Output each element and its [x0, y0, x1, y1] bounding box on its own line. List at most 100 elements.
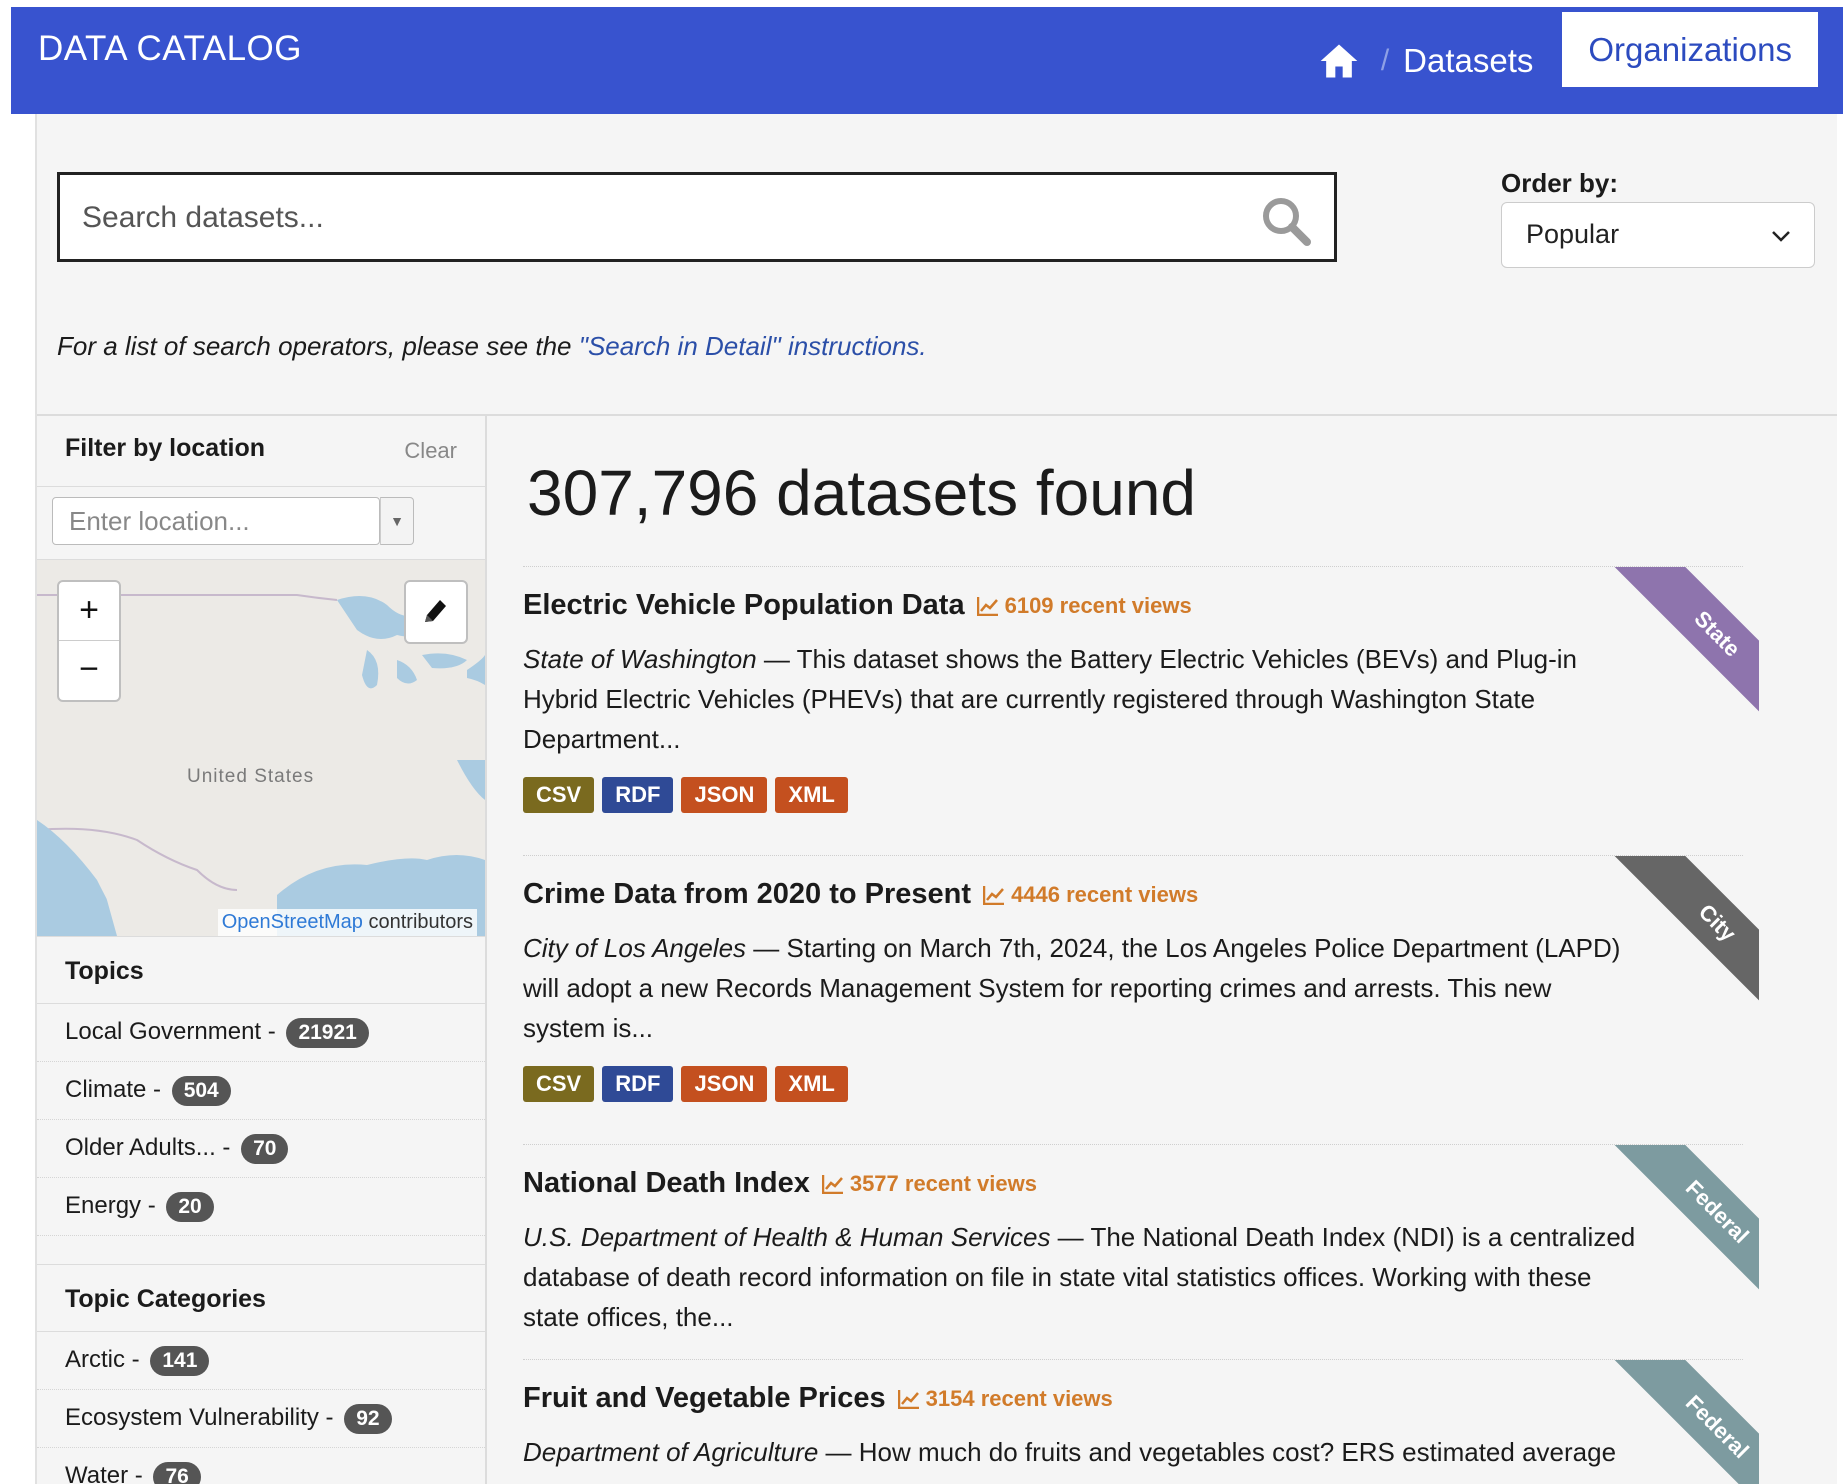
format-json[interactable]: JSON	[681, 777, 768, 813]
search-input[interactable]	[80, 175, 1244, 261]
zoom-controls: + −	[57, 580, 121, 702]
recent-views: 3154 recent views	[897, 1386, 1113, 1412]
recent-views: 4446 recent views	[982, 882, 1199, 908]
topic-label: Older Adults... -	[65, 1134, 231, 1161]
results-panel: 307,796 datasets found Electric Vehicle …	[507, 416, 1817, 1484]
dataset-title[interactable]: Fruit and Vegetable Prices 3154 recent vi…	[523, 1382, 1113, 1415]
jurisdiction-ribbon: Federal	[1597, 1145, 1759, 1307]
count-badge: 76	[153, 1462, 201, 1484]
count-badge: 21921	[286, 1018, 369, 1048]
count-badge: 20	[166, 1192, 214, 1222]
top-nav: / Datasets Organizations	[1317, 7, 1843, 114]
format-xml[interactable]: XML	[775, 777, 848, 813]
category-item[interactable]: Water - 76	[37, 1448, 485, 1484]
recent-views-text: 3577 recent views	[849, 1171, 1037, 1197]
order-by-value: Popular	[1526, 219, 1620, 249]
nav-datasets-link[interactable]: Datasets	[1403, 42, 1533, 80]
publisher-dash: —	[756, 644, 797, 674]
publisher-dash: —	[746, 933, 787, 963]
location-map[interactable]: + − United States OpenStreetMap contribu…	[37, 560, 485, 937]
topic-label: Local Government -	[65, 1018, 276, 1045]
recent-views: 3577 recent views	[821, 1171, 1037, 1197]
dataset-publisher: U.S. Department of Health & Human Servic…	[523, 1222, 1051, 1252]
location-filter-header: Filter by location Clear	[37, 416, 485, 487]
jurisdiction-ribbon: Federal	[1597, 1360, 1759, 1484]
jurisdiction-ribbon: State	[1597, 567, 1759, 729]
chevron-down-icon	[1772, 231, 1790, 242]
format-xml[interactable]: XML	[775, 1066, 848, 1102]
dataset-title-text: National Death Index	[523, 1167, 810, 1199]
results-count: 307,796 datasets found	[527, 457, 1196, 529]
topics-header: Topics	[37, 937, 485, 1004]
topic-item[interactable]: Climate - 504	[37, 1062, 485, 1120]
recent-views-text: 3154 recent views	[925, 1386, 1113, 1412]
clear-location-link[interactable]: Clear	[404, 438, 457, 464]
draw-area-button[interactable]	[404, 580, 468, 644]
chart-line-icon	[976, 597, 998, 617]
attribution-text: contributors	[362, 911, 473, 933]
map-country-label: United States	[187, 766, 315, 787]
dataset-publisher: Department of Agriculture	[523, 1437, 819, 1467]
order-by-label: Order by:	[1501, 168, 1619, 198]
search-hint: For a list of search operators, please s…	[57, 331, 927, 362]
topic-item[interactable]: Older Adults... - 70	[37, 1120, 485, 1178]
map-attribution: OpenStreetMap contributors	[217, 909, 477, 936]
category-item[interactable]: Ecosystem Vulnerability - 92	[37, 1390, 485, 1448]
topics-title: Topics	[65, 957, 144, 985]
main-content: Order by: Popular For a list of search o…	[35, 114, 1837, 1484]
publisher-dash: —	[1050, 1222, 1091, 1252]
facet-spacer	[37, 1236, 485, 1265]
dataset-card: Crime Data from 2020 to Present 4446 rece…	[523, 855, 1759, 1145]
zoom-out-button[interactable]: −	[59, 641, 119, 699]
format-csv[interactable]: CSV	[523, 1066, 595, 1102]
search-hint-text: For a list of search operators, please s…	[57, 331, 579, 361]
format-list: CSV RDF JSON XML	[523, 1066, 848, 1102]
dataset-title[interactable]: National Death Index 3577 recent views	[523, 1167, 1037, 1200]
dataset-description: City of Los Angeles — Starting on March …	[523, 928, 1638, 1048]
topic-label: Energy -	[65, 1192, 156, 1219]
format-csv[interactable]: CSV	[523, 777, 595, 813]
dataset-title[interactable]: Electric Vehicle Population Data 6109 rec…	[523, 589, 1192, 622]
dataset-card: Electric Vehicle Population Data 6109 rec…	[523, 566, 1759, 856]
category-item[interactable]: Arctic - 141	[37, 1332, 485, 1390]
nav-organizations-link[interactable]: Organizations	[1562, 12, 1818, 87]
dataset-title[interactable]: Crime Data from 2020 to Present 4446 rece…	[523, 878, 1198, 911]
count-badge: 92	[344, 1404, 392, 1434]
chart-line-icon	[821, 1175, 843, 1195]
format-json[interactable]: JSON	[681, 1066, 768, 1102]
format-rdf[interactable]: RDF	[602, 777, 674, 813]
dataset-card: Fruit and Vegetable Prices 3154 recent vi…	[523, 1359, 1759, 1484]
dataset-description: U.S. Department of Health & Human Servic…	[523, 1217, 1638, 1337]
count-badge: 141	[150, 1346, 210, 1376]
dataset-description: Department of Agriculture — How much do …	[523, 1432, 1638, 1472]
chart-line-icon	[897, 1390, 919, 1410]
location-dropdown-arrow[interactable]: ▼	[380, 497, 414, 545]
search-icon[interactable]	[1260, 195, 1312, 247]
pencil-icon	[425, 600, 446, 622]
recent-views-text: 4446 recent views	[1011, 882, 1199, 908]
topic-item[interactable]: Local Government - 21921	[37, 1004, 485, 1062]
home-icon[interactable]	[1317, 39, 1361, 83]
sidebar: Filter by location Clear ▼	[37, 416, 487, 1484]
order-by-select[interactable]: Popular	[1501, 202, 1815, 268]
zoom-in-button[interactable]: +	[59, 582, 119, 641]
count-badge: 70	[241, 1134, 289, 1164]
topic-item[interactable]: Energy - 20	[37, 1178, 485, 1236]
category-label: Ecosystem Vulnerability -	[65, 1404, 334, 1431]
dataset-title-text: Fruit and Vegetable Prices	[523, 1382, 886, 1414]
jurisdiction-ribbon: City	[1597, 856, 1759, 1018]
search-box	[57, 172, 1337, 262]
ribbon-label: Federal	[1607, 1360, 1759, 1484]
ribbon-label: Federal	[1607, 1145, 1759, 1307]
location-input[interactable]	[52, 497, 380, 545]
topic-label: Climate -	[65, 1076, 162, 1103]
dataset-title-text: Crime Data from 2020 to Present	[523, 878, 972, 910]
search-in-detail-link[interactable]: "Search in Detail" instructions.	[579, 331, 927, 361]
location-select-wrap: ▼	[37, 487, 485, 560]
site-brand[interactable]: DATA CATALOG	[38, 29, 302, 69]
chart-line-icon	[982, 886, 1005, 906]
openstreetmap-link[interactable]: OpenStreetMap	[222, 911, 363, 933]
format-rdf[interactable]: RDF	[602, 1066, 674, 1102]
dataset-card: National Death Index 3577 recent views U.…	[523, 1144, 1759, 1360]
dataset-summary: How much do fruits and vegetables cost? …	[858, 1437, 1617, 1467]
